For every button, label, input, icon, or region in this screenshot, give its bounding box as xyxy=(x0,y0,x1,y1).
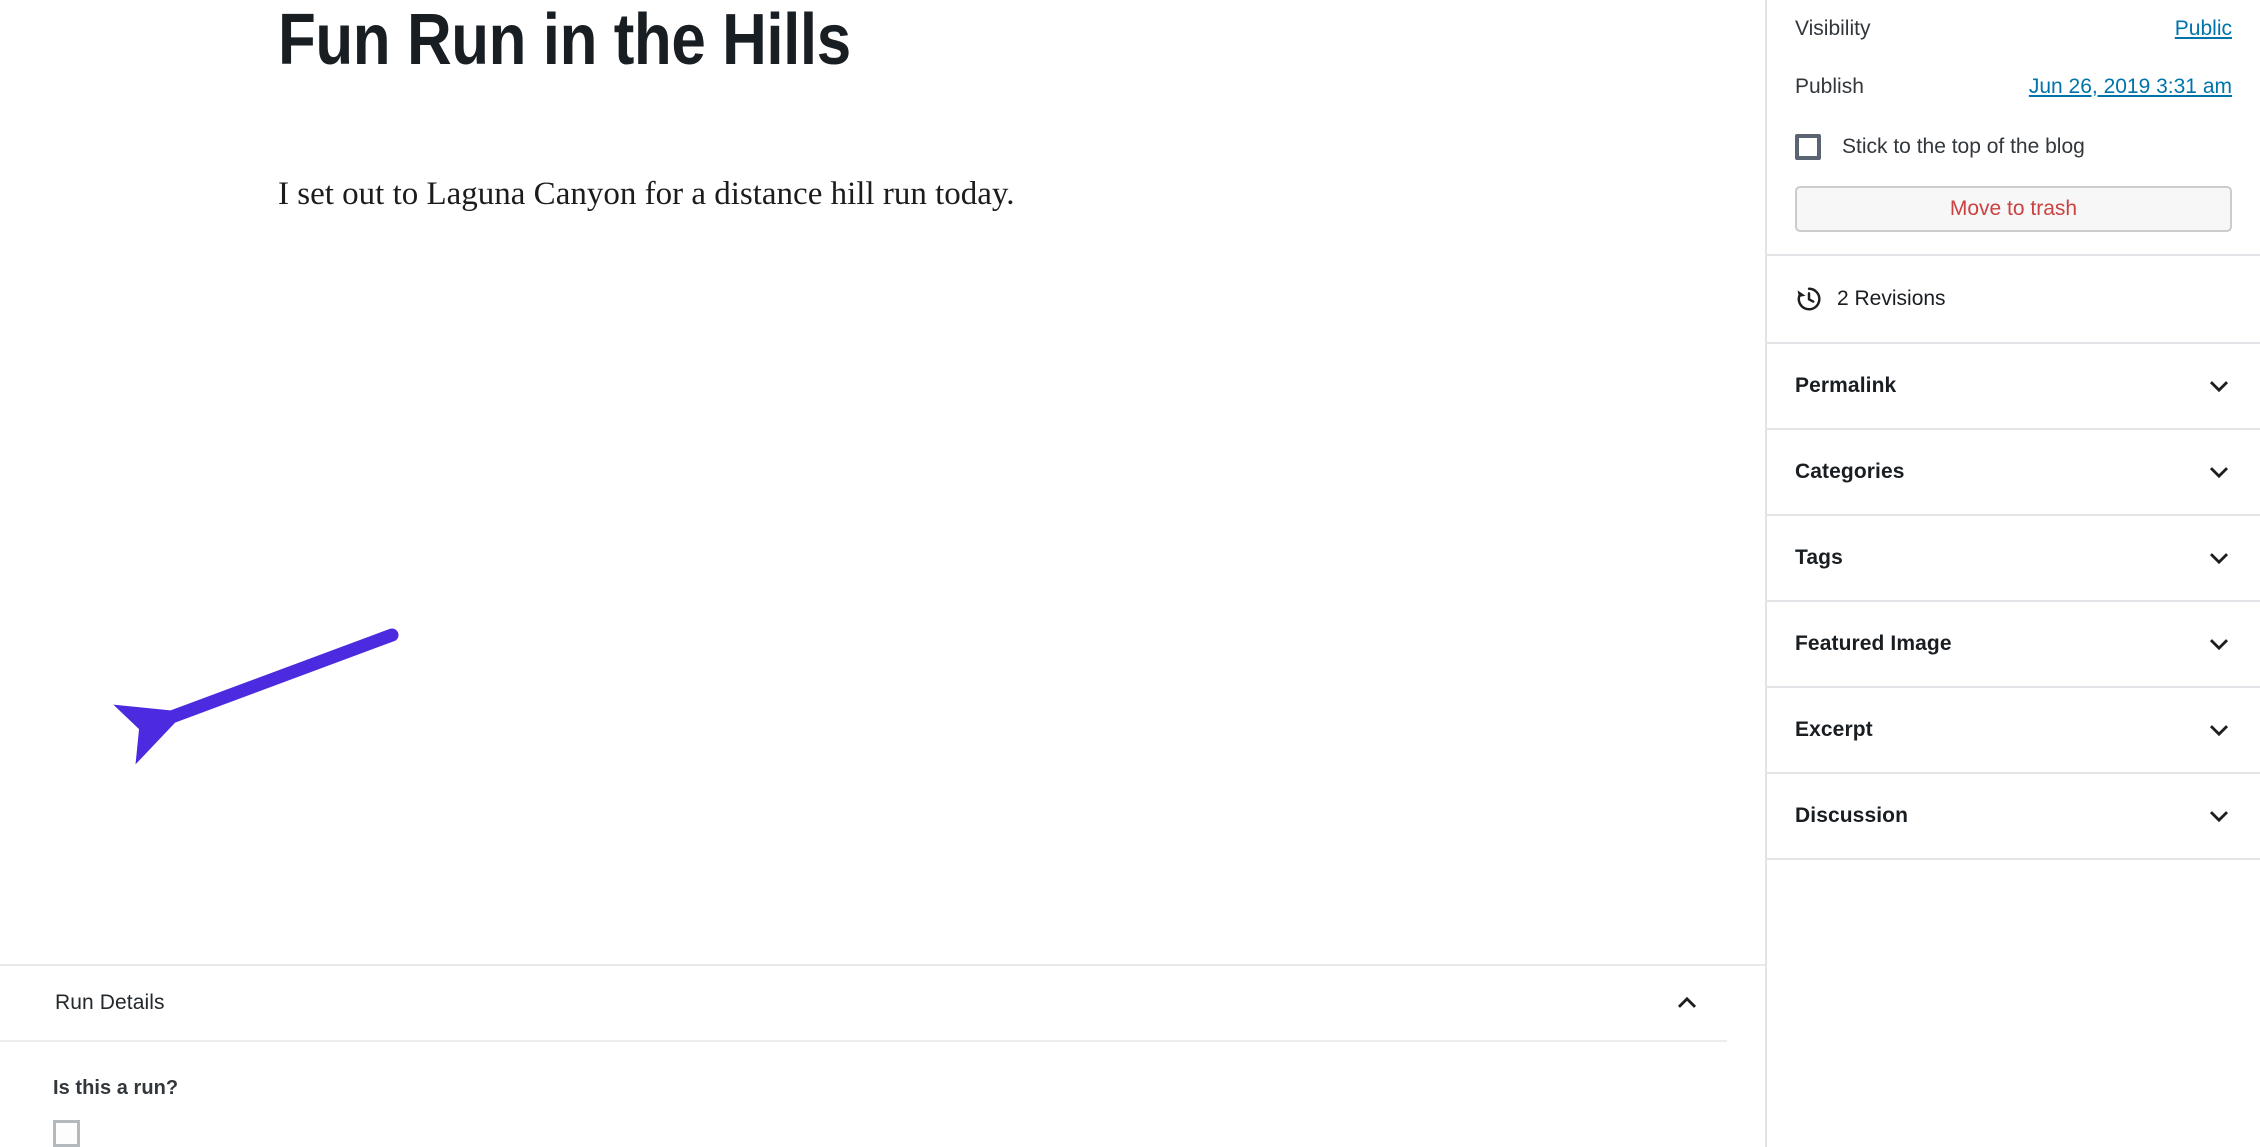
publish-date-button[interactable]: Jun 26, 2019 3:31 am xyxy=(2029,75,2232,99)
run-details-title: Run Details xyxy=(55,991,165,1014)
chevron-up-icon xyxy=(1677,996,1697,1008)
panel-row-featured-image[interactable]: Featured Image xyxy=(1767,602,2260,688)
panel-title-tags: Tags xyxy=(1795,546,1843,569)
panel-row-tags[interactable]: Tags xyxy=(1767,516,2260,602)
post-canvas: Fun Run in the Hills I set out to Laguna… xyxy=(0,0,1765,964)
chevron-down-icon xyxy=(2209,639,2229,651)
run-details-toggle-button[interactable] xyxy=(1665,981,1709,1025)
panel-row-categories[interactable]: Categories xyxy=(1767,430,2260,516)
visibility-row: Visibility Public xyxy=(1795,0,2232,58)
editor-area: Fun Run in the Hills I set out to Laguna… xyxy=(0,0,1765,1147)
panel-title-permalink: Permalink xyxy=(1795,374,1897,397)
move-to-trash-button[interactable]: Move to trash xyxy=(1795,186,2232,232)
run-details-meta-box: Run Details Is this a run? xyxy=(0,964,1765,1147)
post-editor-screen: Fun Run in the Hills I set out to Laguna… xyxy=(0,0,2260,1147)
chevron-down-icon xyxy=(2209,381,2229,393)
panel-title-featured-image: Featured Image xyxy=(1795,632,1952,655)
run-details-header[interactable]: Run Details xyxy=(0,966,1727,1042)
visibility-label: Visibility xyxy=(1795,17,1871,40)
panel-row-permalink[interactable]: Permalink xyxy=(1767,344,2260,430)
chevron-down-icon xyxy=(2209,725,2229,737)
revisions-row[interactable]: 2 Revisions xyxy=(1767,256,2260,344)
panel-title-excerpt: Excerpt xyxy=(1795,718,1873,741)
is-this-a-run-checkbox[interactable] xyxy=(53,1120,80,1147)
status-and-visibility-panel: Visibility Public Publish Jun 26, 2019 3… xyxy=(1767,0,2260,256)
post-title[interactable]: Fun Run in the Hills xyxy=(278,4,1379,76)
panel-title-discussion: Discussion xyxy=(1795,804,1909,827)
backup-clock-icon xyxy=(1797,287,1821,311)
sticky-post-label: Stick to the top of the blog xyxy=(1842,135,2085,158)
panel-row-excerpt[interactable]: Excerpt xyxy=(1767,688,2260,774)
document-settings-sidebar: Visibility Public Publish Jun 26, 2019 3… xyxy=(1765,0,2260,1147)
publish-date-row: Publish Jun 26, 2019 3:31 am xyxy=(1795,58,2232,116)
chevron-down-icon xyxy=(2209,467,2229,479)
panel-title-categories: Categories xyxy=(1795,460,1905,483)
revisions-label: 2 Revisions xyxy=(1837,287,1946,310)
panel-row-discussion[interactable]: Discussion xyxy=(1767,774,2260,860)
sticky-post-row[interactable]: Stick to the top of the blog xyxy=(1795,122,2232,172)
sticky-post-checkbox[interactable] xyxy=(1795,134,1821,160)
chevron-down-icon xyxy=(2209,553,2229,565)
is-this-a-run-label: Is this a run? xyxy=(53,1077,179,1099)
post-paragraph-block[interactable]: I set out to Laguna Canyon for a distanc… xyxy=(278,173,1538,216)
run-details-body: Is this a run? xyxy=(0,1042,1765,1147)
visibility-value-button[interactable]: Public xyxy=(2175,17,2232,41)
chevron-down-icon xyxy=(2209,811,2229,823)
publish-label: Publish xyxy=(1795,75,1864,98)
